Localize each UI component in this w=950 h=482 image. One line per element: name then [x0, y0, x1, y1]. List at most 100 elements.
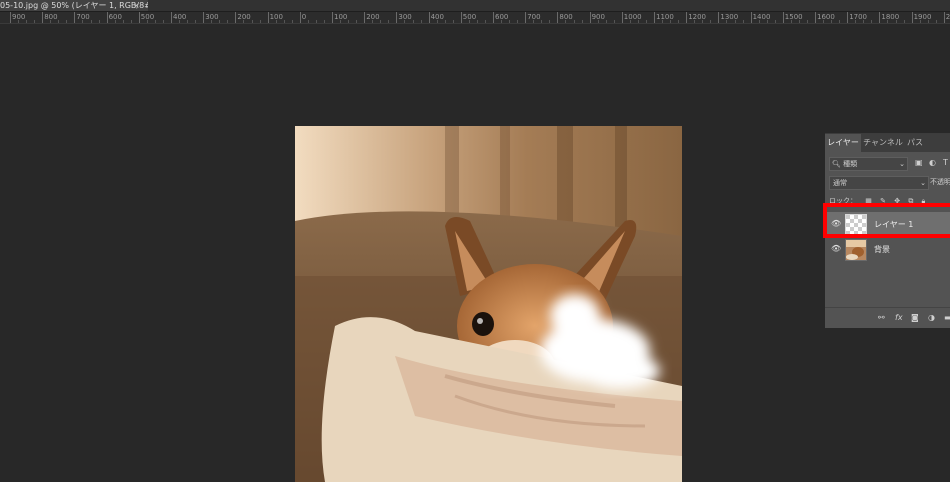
adjustment-filter-icon[interactable]: ◐ [929, 158, 936, 167]
link-icon[interactable]: ⚯ [878, 313, 885, 322]
ruler-label: 1600 [817, 13, 835, 21]
ruler-minor-tick [356, 20, 358, 23]
ruler-tick [203, 12, 205, 23]
image-filter-icon[interactable]: ▣ [915, 158, 923, 167]
ruler-minor-tick [315, 20, 317, 23]
ruler-minor-tick [629, 20, 631, 23]
canvas-image[interactable] [295, 126, 682, 482]
chevron-down-icon: ⌄ [920, 179, 926, 187]
layers-panel-tabs: レイヤー チャンネル パス [825, 134, 950, 152]
ruler-minor-tick [565, 20, 567, 23]
tab-paths[interactable]: パス [905, 134, 925, 152]
ruler-minor-tick [187, 20, 189, 23]
ruler-minor-tick [291, 20, 293, 23]
ruler-minor-tick [122, 20, 124, 23]
ruler-tick [782, 12, 784, 23]
ruler-minor-tick [388, 20, 390, 23]
ruler-label: 1500 [784, 13, 803, 21]
adjustment-icon[interactable]: ◑ [928, 313, 935, 322]
opacity-label: 不透明 [930, 178, 950, 186]
horizontal-ruler: 900 800 700 600 500 400 300 200 100 0 100 200 300 400… [0, 12, 950, 24]
ruler-minor-tick [927, 20, 929, 23]
ruler-minor-tick [694, 20, 696, 23]
ruler-minor-tick [90, 20, 92, 23]
ruler-minor-tick [798, 20, 800, 23]
folder-icon[interactable]: ▬ [944, 313, 950, 322]
ruler-minor-tick [774, 20, 776, 23]
ruler-minor-tick [154, 20, 156, 23]
ruler-minor-tick [251, 20, 253, 23]
ruler-minor-tick [18, 20, 20, 23]
layer-name: 背景 [874, 245, 890, 254]
ruler-tick [42, 12, 44, 23]
ruler-minor-tick [82, 20, 84, 23]
search-icon: 🔍︎ [832, 160, 841, 168]
ruler-minor-tick [323, 20, 325, 23]
ruler-tick [332, 12, 333, 23]
tab-channels[interactable]: チャンネル [863, 134, 903, 152]
ruler-minor-tick [259, 20, 261, 23]
ruler-minor-tick [702, 20, 704, 23]
ruler-label: 1300 [720, 13, 739, 21]
ruler-minor-tick [871, 20, 873, 23]
ruler-tick [74, 12, 76, 23]
type-filter-icon[interactable]: T [943, 158, 948, 167]
document-tab[interactable]: 05-10.jpg @ 50% (レイヤー 1, RGB/8#) * × [0, 0, 148, 11]
ruler-minor-tick [887, 20, 889, 23]
ruler-minor-tick [420, 20, 422, 23]
layer-filter-select[interactable]: 🔍︎ 種類 ⌄ [829, 157, 908, 171]
ruler-minor-tick [340, 20, 342, 23]
ruler-minor-tick [501, 20, 503, 23]
ruler-label: 2000 [945, 13, 950, 21]
eye-icon[interactable]: 👁︎ [831, 244, 841, 253]
document-tab-bar: 05-10.jpg @ 50% (レイヤー 1, RGB/8#) * × [0, 0, 950, 12]
ruler-tick [847, 12, 849, 23]
ruler-minor-tick [34, 20, 36, 23]
ruler-minor-tick [541, 20, 543, 23]
mask-icon[interactable]: ◙ [911, 313, 919, 322]
blend-mode-value: 通常 [833, 179, 847, 187]
ruler-tick [621, 12, 623, 23]
ruler-minor-tick [734, 20, 736, 23]
ruler-minor-tick [211, 20, 213, 23]
ruler-tick [750, 12, 752, 23]
ruler-tick [138, 12, 140, 23]
ruler-minor-tick [710, 20, 712, 23]
ruler-minor-tick [839, 20, 841, 23]
ruler-minor-tick [468, 20, 470, 23]
ruler-tick [267, 12, 269, 23]
close-icon[interactable]: × [133, 0, 140, 11]
chevron-down-icon: ⌄ [899, 160, 905, 168]
dog-photo [295, 126, 682, 482]
ruler-minor-tick [66, 20, 68, 23]
ruler-minor-tick [348, 20, 350, 23]
ruler-minor-tick [146, 20, 148, 23]
ruler-minor-tick [726, 20, 728, 23]
ruler-tick [557, 12, 559, 23]
ruler-tick [396, 12, 398, 23]
ruler-minor-tick [581, 20, 583, 23]
ruler-tick [525, 12, 527, 23]
ruler-tick [686, 12, 688, 23]
ruler-minor-tick [114, 20, 116, 23]
layer-row-background[interactable]: 👁︎ 背景 [825, 237, 950, 261]
ruler-tick [364, 12, 366, 23]
ruler-tick [235, 12, 237, 23]
ruler-minor-tick [162, 20, 164, 23]
ruler-tick [106, 12, 108, 23]
ruler-tick [943, 12, 945, 23]
ruler-minor-tick [26, 20, 28, 23]
ruler-minor-tick [573, 20, 575, 23]
ruler-minor-tick [58, 20, 60, 23]
fx-icon[interactable]: fx [895, 313, 903, 322]
tab-layers[interactable]: レイヤー [825, 134, 861, 152]
ruler-tick [299, 12, 301, 23]
layer-filter-label: 種類 [843, 160, 858, 168]
ruler-minor-tick [227, 20, 229, 23]
ruler-tick [911, 12, 913, 23]
ruler-tick [879, 12, 881, 23]
ruler-label: 1900 [913, 13, 932, 21]
blend-mode-select[interactable]: 通常 ⌄ [829, 176, 929, 190]
ruler-minor-tick [670, 20, 672, 23]
ruler-minor-tick [436, 20, 438, 23]
